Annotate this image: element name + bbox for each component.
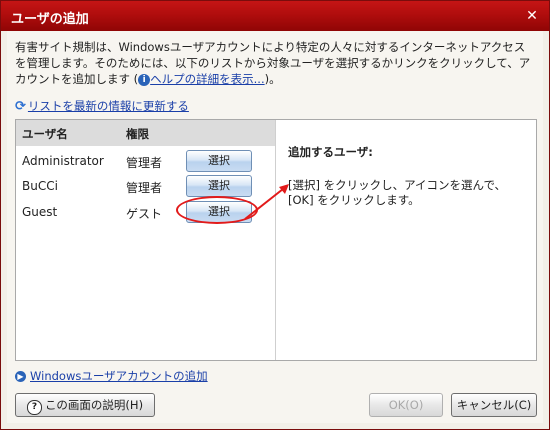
add-user-dialog: ユーザの追加 ✕ 有害サイト規制は、Windowsユーザアカウントにより特定の人… [0,0,550,430]
refresh-list-link[interactable]: リストを最新の情報に更新する [28,99,189,113]
refresh-icon: ⟳ [15,99,26,114]
help-button[interactable]: ? この画面の説明(H) [15,393,155,417]
selected-user-pane: 追加するユーザ: [選択] をクリックし、アイコンを選んで、[OK] をクリック… [276,120,536,360]
arrow-right-icon: ▶ [15,371,26,382]
help-detail-link[interactable]: ヘルプの詳細を表示... [150,72,264,86]
annotation-arrow [244,184,289,220]
user-role: 管理者 [126,181,163,195]
user-role: ゲスト [126,207,163,221]
column-header-username: ユーザ名 [22,127,68,141]
close-button[interactable]: ✕ [523,7,541,25]
user-name: Administrator [22,154,104,168]
help-icon: i [138,73,151,86]
window-title: ユーザの追加 [11,12,89,27]
add-windows-account-link[interactable]: Windowsユーザアカウントの追加 [30,369,208,383]
question-icon: ? [26,400,42,415]
user-row-bucci: BuCCi 管理者 選択 [16,175,275,200]
user-row-administrator: Administrator 管理者 選択 [16,150,275,175]
list-header: ユーザ名 権限 [16,120,275,146]
user-list: ユーザ名 権限 Administrator 管理者 選択 BuCCi 管理者 選… [16,120,276,360]
info-title: 追加するユーザ: [288,145,373,159]
help-button-label: この画面の説明(H) [44,398,144,412]
add-account-row[interactable]: ▶ Windowsユーザアカウントの追加 [15,368,208,384]
info-text: [選択] をクリックし、アイコンを選んで、[OK] をクリックします。 [288,178,507,207]
user-name: BuCCi [22,179,58,193]
dialog-body: 有害サイト規制は、Windowsユーザアカウントにより特定の人々に対するインター… [7,31,543,423]
description: 有害サイト規制は、Windowsユーザアカウントにより特定の人々に対するインター… [15,39,535,87]
user-row-guest: Guest ゲスト 選択 [16,196,275,226]
ok-button[interactable]: OK(O) [369,393,443,417]
refresh-row[interactable]: ⟳ リストを最新の情報に更新する [15,98,189,114]
user-role: 管理者 [126,156,163,170]
description-tail: )。 [264,72,281,86]
user-name: Guest [22,205,58,219]
column-header-role: 権限 [126,127,149,141]
user-panel: ユーザ名 権限 Administrator 管理者 選択 BuCCi 管理者 選… [15,119,537,361]
title-bar[interactable]: ユーザの追加 ✕ [1,1,549,31]
cancel-button[interactable]: キャンセル(C) [451,393,537,417]
select-button-administrator[interactable]: 選択 [186,150,252,172]
